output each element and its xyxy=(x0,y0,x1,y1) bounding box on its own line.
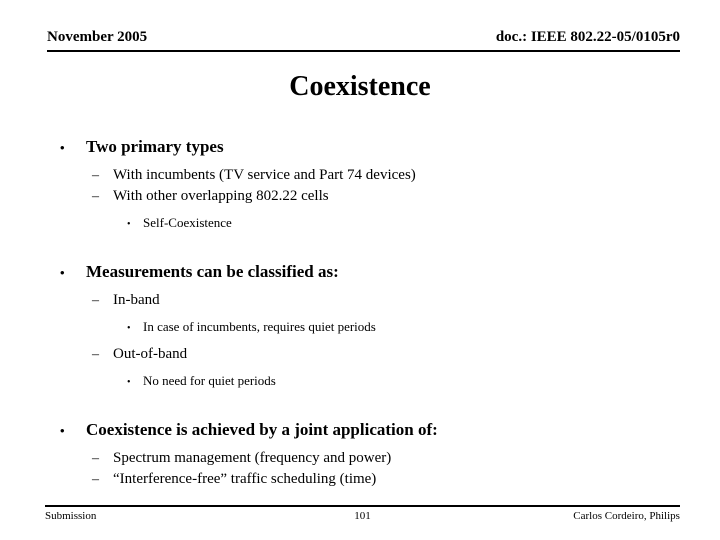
bullet-label: Self-Coexistence xyxy=(143,215,232,230)
bullet-level1-measurements-classified: • Measurements can be classified as: xyxy=(0,260,720,284)
bullet-level2-interference-free-scheduling: – “Interference-free” traffic scheduling… xyxy=(0,469,720,490)
slide-title: Coexistence xyxy=(289,71,431,102)
bullet-level3-self-coexistence: • Self-Coexistence xyxy=(0,213,720,234)
header-doc-number: doc.: IEEE 802.22-05/0105r0 xyxy=(495,29,680,45)
bullet-label: With incumbents (TV service and Part 74 … xyxy=(113,167,416,183)
bullet-level2-spectrum-management: – Spectrum management (frequency and pow… xyxy=(0,448,720,469)
bullet-level1-two-primary-types: • Two primary types xyxy=(0,135,720,159)
dash-marker-icon: – xyxy=(92,347,99,362)
bullet-marker-icon: • xyxy=(60,140,65,155)
bullet-label: With other overlapping 802.22 cells xyxy=(113,188,329,204)
bullet-label: Measurements can be classified as: xyxy=(86,262,339,281)
bullet-level2-in-band: – In-band xyxy=(0,290,720,311)
bullet-label: In case of incumbents, requires quiet pe… xyxy=(143,319,376,334)
bullet-label: In-band xyxy=(113,292,160,308)
dash-marker-icon: – xyxy=(92,168,99,183)
bullet-marker-icon: • xyxy=(127,377,131,388)
dash-marker-icon: – xyxy=(92,472,99,487)
bullet-marker-icon: • xyxy=(127,219,131,230)
slide-header: November 2005 doc.: IEEE 802.22-05/0105r… xyxy=(47,28,680,52)
bullet-level3-no-need-quiet-periods: • No need for quiet periods xyxy=(0,371,720,392)
dash-marker-icon: – xyxy=(92,293,99,308)
header-date: November 2005 xyxy=(47,29,148,45)
bullet-level2-out-of-band: – Out-of-band xyxy=(0,344,720,365)
footer-author-label: Carlos Cordeiro, Philips xyxy=(573,510,680,522)
bullet-level1-coexistence-achieved: • Coexistence is achieved by a joint app… xyxy=(0,418,720,442)
bullet-label: Spectrum management (frequency and power… xyxy=(113,450,392,466)
bullet-marker-icon: • xyxy=(60,423,65,438)
slide-content-body: • Two primary types – With incumbents (T… xyxy=(0,135,720,490)
footer-page-number: 101 xyxy=(354,510,371,522)
bullet-label: Coexistence is achieved by a joint appli… xyxy=(86,420,438,439)
bullet-marker-icon: • xyxy=(127,323,131,334)
bullet-marker-icon: • xyxy=(60,265,65,280)
bullet-label: Out-of-band xyxy=(113,346,188,362)
bullet-label: “Interference-free” traffic scheduling (… xyxy=(113,471,377,487)
dash-marker-icon: – xyxy=(92,451,99,466)
dash-marker-icon: – xyxy=(92,189,99,204)
bullet-label: Two primary types xyxy=(86,137,224,156)
bullet-level2-with-incumbents: – With incumbents (TV service and Part 7… xyxy=(0,165,720,186)
footer-submission-label: Submission xyxy=(45,510,97,522)
bullet-label: No need for quiet periods xyxy=(143,373,276,388)
bullet-level3-in-case-incumbents: • In case of incumbents, requires quiet … xyxy=(0,317,720,338)
slide-footer: Submission 101 Carlos Cordeiro, Philips xyxy=(45,505,680,523)
bullet-level2-overlapping-cells: – With other overlapping 802.22 cells xyxy=(0,186,720,207)
